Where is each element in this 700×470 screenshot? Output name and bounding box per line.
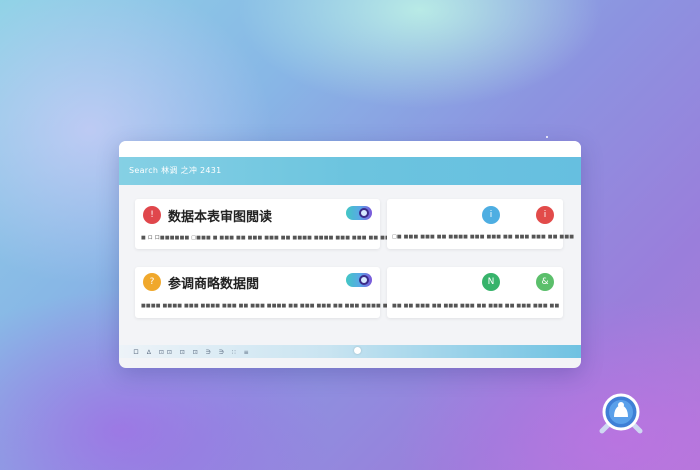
toolbar-icons[interactable]: ロ ∆ ⊡⊡ ⊡ ⊡ ∋ ∋ ∷ ≡: [133, 347, 252, 356]
sparkle: [546, 136, 548, 138]
nature-icon[interactable]: N: [482, 273, 500, 291]
leaf-icon[interactable]: &: [536, 273, 554, 291]
card-subtext: □■ ■■■ ■■■ ■■ ■■■■ ■■■ ■■■ ■■ ■■■ ■■■ ■■…: [392, 234, 575, 240]
app-window: Search 林调 之冲 2431 ! 数据本表审图閲读 ■ ロ 口■■■■■■…: [119, 141, 581, 368]
toggle-badge-icon[interactable]: [346, 206, 372, 220]
card-4[interactable]: N & ■■ ■■ ■■■ ■■ ■■■ ■■■ ■■ ■■■ ■■ ■■■ ■…: [387, 267, 563, 318]
card-1[interactable]: ! 数据本表审图閲读 ■ ロ 口■■■■■■ □■■■ ■ ■■■ ■■ ■■■…: [135, 199, 468, 249]
search-header[interactable]: Search 林调 之冲 2431: [119, 157, 581, 185]
magnifier-search-icon[interactable]: [598, 391, 644, 437]
card-2[interactable]: i i □■ ■■■ ■■■ ■■ ■■■■ ■■■ ■■■ ■■ ■■■ ■■…: [387, 199, 574, 249]
help-icon: ?: [143, 273, 161, 291]
pager-dot[interactable]: [354, 347, 361, 354]
window-top-strip: [119, 141, 581, 157]
search-label: Search 林调 之冲 2431: [129, 166, 222, 175]
warning-icon[interactable]: i: [536, 206, 554, 224]
card-title: 参调商略数据閲: [168, 277, 260, 292]
alert-icon: !: [143, 206, 161, 224]
info-icon[interactable]: i: [482, 206, 500, 224]
card-subtext: ■■ ■■ ■■■ ■■ ■■■ ■■■ ■■ ■■■ ■■ ■■■ ■■■ ■…: [392, 303, 560, 309]
toggle-badge-icon[interactable]: [346, 273, 372, 287]
card-3[interactable]: ? 参调商略数据閲 ■■■■ ■■■■ ■■■ ■■■■ ■■■ ■■ ■■■ …: [135, 267, 454, 318]
card-title: 数据本表审图閲读: [168, 210, 273, 225]
bottom-toolbar: ロ ∆ ⊡⊡ ⊡ ⊡ ∋ ∋ ∷ ≡: [119, 345, 581, 358]
